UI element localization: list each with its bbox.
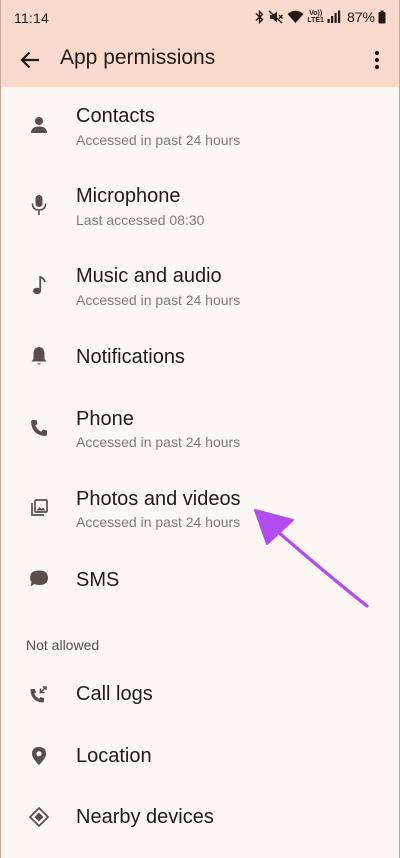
permission-item-music-and-audio[interactable]: Music and audio Accessed in past 24 hour… xyxy=(1,250,399,330)
bluetooth-icon xyxy=(255,10,264,24)
permission-title: Call logs xyxy=(76,683,153,705)
microphone-icon xyxy=(27,193,51,217)
permission-title: Notifications xyxy=(76,346,185,368)
permission-title: Nearby devices xyxy=(76,806,214,828)
permission-title: Microphone xyxy=(76,185,181,207)
arrow-back-icon xyxy=(20,51,39,69)
page-title: App permissions xyxy=(60,46,216,69)
mute-icon xyxy=(268,10,284,24)
permission-item-microphone[interactable]: Microphone Last accessed 08:30 xyxy=(1,170,399,250)
status-icons: Vo)) LTE1 87% xyxy=(254,8,386,26)
permission-subtitle: Last accessed 08:30 xyxy=(76,212,205,228)
chat-bubble-icon xyxy=(27,567,51,591)
app-permissions-screen: 11:14 Vo)) LTE1 87% App permissions Cont… xyxy=(0,0,400,858)
status-bar: 11:14 Vo)) LTE1 87% xyxy=(1,0,399,32)
bell-icon xyxy=(27,344,51,368)
status-time: 11:14 xyxy=(14,10,49,26)
phone-icon xyxy=(27,416,51,440)
permission-title: Phone xyxy=(76,408,134,430)
permission-item-contacts[interactable]: Contacts Accessed in past 24 hours xyxy=(1,90,399,170)
section-header-not-allowed: Not allowed xyxy=(26,637,100,653)
permission-title: Location xyxy=(76,745,152,767)
permission-subtitle: Accessed in past 24 hours xyxy=(76,514,241,530)
call-log-icon xyxy=(27,683,51,707)
battery-icon xyxy=(378,10,386,24)
more-vert-icon xyxy=(374,50,380,70)
signal-icon xyxy=(327,10,341,23)
header: 11:14 Vo)) LTE1 87% App permissions xyxy=(1,0,399,87)
permission-item-nearby-devices[interactable]: Nearby devices xyxy=(1,791,399,858)
location-pin-icon xyxy=(27,744,51,768)
permission-subtitle: Accessed in past 24 hours xyxy=(76,132,241,148)
nearby-devices-icon xyxy=(27,805,51,829)
music-note-icon xyxy=(27,273,51,297)
back-button[interactable] xyxy=(15,45,45,75)
permission-subtitle: Accessed in past 24 hours xyxy=(76,434,241,450)
photos-icon xyxy=(27,496,51,520)
permission-title: Music and audio xyxy=(76,265,222,287)
volte-indicator: Vo)) LTE1 xyxy=(307,10,324,24)
permission-title: Photos and videos xyxy=(76,488,241,510)
permission-title: Contacts xyxy=(76,105,155,127)
wifi-icon xyxy=(287,10,304,23)
app-bar: App permissions xyxy=(1,32,399,87)
person-icon xyxy=(27,113,51,137)
annotation-arrow xyxy=(254,509,369,608)
battery-percent: 87% xyxy=(346,9,375,25)
permission-subtitle: Accessed in past 24 hours xyxy=(76,292,241,308)
permission-item-phone[interactable]: Phone Accessed in past 24 hours xyxy=(1,392,399,472)
permission-title: SMS xyxy=(76,569,120,591)
more-options-button[interactable] xyxy=(365,45,389,75)
